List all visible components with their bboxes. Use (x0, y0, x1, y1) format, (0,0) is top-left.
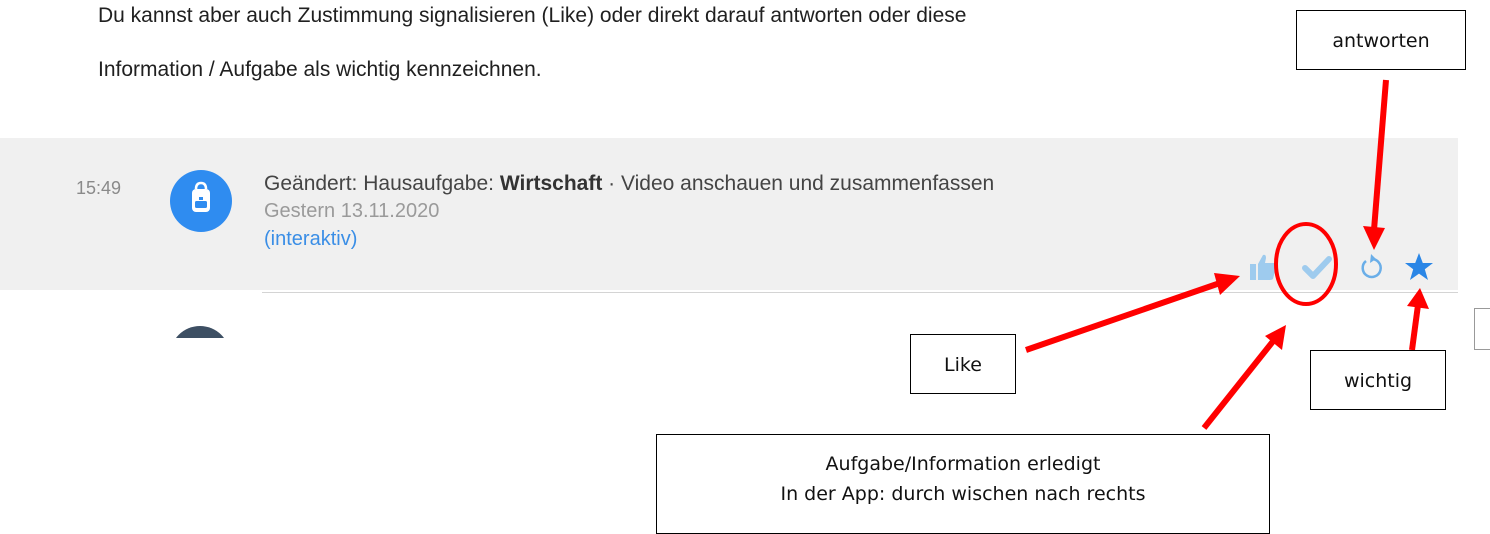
arrow-like (1025, 280, 1221, 353)
callout-like: Like (910, 334, 1016, 394)
arrow-wichtig (1409, 304, 1421, 351)
arrow-antworten (1371, 79, 1389, 231)
callout-erledigt: Aufgabe/Information erledigt In der App:… (656, 434, 1270, 534)
arrow-erledigt (1201, 338, 1277, 430)
callout-wichtig: wichtig (1310, 350, 1446, 410)
highlight-circle (1274, 222, 1338, 306)
callout-antworten: antworten (1296, 10, 1466, 70)
callout-erledigt-line1: Aufgabe/Information erledigt (825, 453, 1101, 475)
callout-erledigt-line2: In der App: durch wischen nach rechts (780, 483, 1146, 505)
